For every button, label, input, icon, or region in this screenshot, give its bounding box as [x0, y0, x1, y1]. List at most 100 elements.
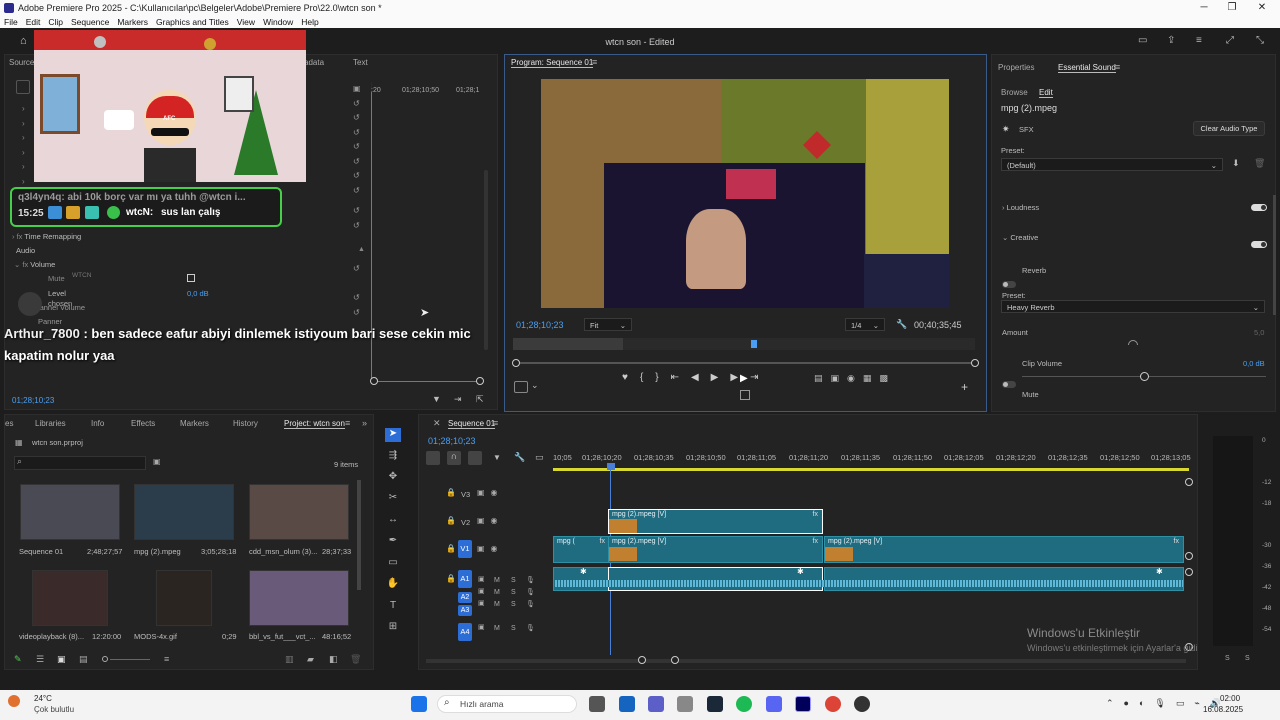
thumb-mods[interactable] — [156, 570, 212, 626]
mini-zoom-bar[interactable] — [374, 381, 480, 382]
track-height-handle[interactable] — [1185, 478, 1193, 486]
close-tab-icon[interactable]: ✕ — [433, 418, 441, 429]
weather-temp[interactable]: 24°C — [34, 694, 52, 703]
ripple-edit-tool-icon[interactable]: ✥ — [385, 471, 401, 485]
weather-icon[interactable] — [8, 695, 20, 707]
time-remap-row[interactable]: › fx Time Remapping — [12, 232, 81, 241]
slip-tool-icon[interactable]: ↔ — [385, 514, 401, 528]
program-zoom-bar[interactable] — [517, 362, 975, 364]
selection-tool-icon[interactable]: ➤ — [385, 428, 401, 442]
linked-selection-icon[interactable] — [468, 451, 482, 465]
timeline-scrollbar[interactable] — [426, 659, 1186, 663]
panel-menu-icon[interactable] — [16, 80, 30, 94]
teams-icon[interactable] — [648, 696, 664, 712]
clip-v1-a[interactable]: mpg (fx — [553, 536, 609, 563]
program-timecode[interactable]: 01;28;10;23 — [516, 320, 564, 330]
clock-date[interactable]: 16.08.2025 — [1203, 705, 1243, 714]
volume-row[interactable]: ⌄ fx Volume — [14, 260, 55, 269]
track-select-tool-icon[interactable]: ⇶ — [385, 450, 401, 464]
reset-icons-lower[interactable]: ↺ ↺ ↺ ↺ ↺ — [353, 204, 360, 320]
timeline-zoom-right[interactable] — [671, 656, 679, 664]
fullscreen-icon[interactable]: ⤢ — [1226, 35, 1234, 46]
zoom-handle-left[interactable] — [370, 377, 378, 385]
clip-v1-c[interactable]: mpg (2).mpeg [V] fx — [824, 536, 1184, 563]
track-a4-label[interactable]: A4 — [458, 623, 472, 641]
clip-v1-b[interactable]: mpg (2).mpeg [V] fx — [608, 536, 823, 563]
taskbar-search-input[interactable] — [437, 695, 577, 713]
audio-track-toggle-icons[interactable]: ▣ ▣ ▣ ▣ — [478, 574, 485, 634]
thumb-videoplayback[interactable] — [32, 570, 108, 626]
playhead-handle[interactable] — [607, 463, 615, 470]
track-a1-label[interactable]: A1 — [458, 570, 472, 588]
clip-a1-c[interactable] — [824, 567, 1184, 591]
track-a3-label[interactable]: A3 — [458, 605, 472, 616]
hand-tool-icon[interactable]: ✋ — [385, 578, 401, 592]
chrome-icon[interactable] — [825, 696, 841, 712]
preset-dropdown[interactable]: (Default) ⌄ — [1001, 158, 1223, 171]
panel-menu-icon[interactable]: ≡ — [592, 57, 597, 67]
tab-info[interactable]: Info — [91, 419, 104, 428]
project-search-input[interactable] — [14, 456, 146, 470]
menu-clip[interactable]: Clip — [48, 17, 63, 27]
track-height-handle[interactable] — [1185, 568, 1193, 576]
minimize-button[interactable]: ─ — [1190, 0, 1218, 15]
track-toggles[interactable]: ▣◉ — [477, 488, 504, 497]
play-icon[interactable]: ▶ — [740, 373, 748, 384]
subtab-browse[interactable]: Browse — [1001, 88, 1028, 97]
insert-sequence-icon[interactable] — [426, 451, 440, 465]
export-frame-icon[interactable]: ⇱ — [476, 394, 484, 405]
tab-program[interactable]: Program: Sequence 01 — [511, 58, 594, 68]
panel-menu-icon[interactable]: ≡ — [1115, 62, 1120, 72]
program-playhead[interactable] — [751, 340, 757, 348]
task-view-icon[interactable] — [589, 696, 605, 712]
captions-icon[interactable]: ▭ — [535, 452, 544, 463]
quick-export-icon[interactable]: ≡ — [1196, 35, 1202, 46]
clip-volume-handle[interactable] — [1140, 372, 1149, 381]
track-a2-label[interactable]: A2 — [458, 592, 472, 603]
discord-icon[interactable] — [766, 696, 782, 712]
mute-checkbox[interactable] — [187, 274, 195, 282]
tab-effects[interactable]: Effects — [131, 419, 155, 428]
panel-menu-icon[interactable]: ≡ — [493, 418, 498, 428]
tab-history[interactable]: History — [233, 419, 258, 428]
program-zoom-right[interactable] — [971, 359, 979, 367]
tab-source[interactable]: Source: — [9, 58, 37, 67]
filter-icon[interactable]: ▼ — [432, 394, 441, 404]
settings-icon[interactable] — [514, 381, 528, 393]
zoom-handle-right[interactable] — [476, 377, 484, 385]
fit-dropdown[interactable]: Fit ⌄ — [584, 318, 632, 331]
clip-a1-b[interactable] — [608, 567, 823, 591]
add-button-icon[interactable]: + — [961, 380, 968, 394]
clear-audio-type-button[interactable]: Clear Audio Type — [1193, 121, 1265, 136]
home-icon[interactable]: ⌂ — [20, 35, 27, 47]
caption-tool-icon[interactable]: ⊞ — [385, 621, 401, 635]
reverb-preset-dropdown[interactable]: Heavy Reverb ⌄ — [1001, 300, 1265, 313]
thumb-mpg[interactable] — [134, 484, 234, 540]
automate-icon[interactable]: ▥ — [285, 654, 294, 665]
list-view-icon[interactable]: ☰ — [36, 654, 44, 665]
lock-icon[interactable]: 🔒 — [446, 544, 456, 553]
program-video-frame[interactable] — [541, 79, 949, 308]
weather-desc[interactable]: Çok bulutlu — [34, 705, 74, 714]
new-bin-bottom-icon[interactable]: ▰ — [307, 654, 314, 665]
workspace-icon[interactable]: ▭ — [1138, 35, 1147, 46]
freeform-view-icon[interactable]: ▤ — [79, 654, 88, 665]
tab-essential-sound[interactable]: Essential Sound — [1058, 63, 1116, 73]
new-bin-icon[interactable]: ▣ — [153, 457, 161, 466]
reset-icons[interactable]: ▣ ↺ ↺ ↺ ↺ ↺ ↺ ↺ — [353, 82, 361, 198]
new-item-icon[interactable]: ◧ — [329, 654, 338, 665]
more-panels-icon[interactable]: » — [362, 418, 367, 428]
timeline-timecode[interactable]: 01;28;10;23 — [428, 436, 476, 446]
save-preset-icon[interactable]: ⬇ — [1232, 158, 1240, 169]
close-button[interactable]: ✕ — [1248, 0, 1276, 15]
thumb-sequence[interactable] — [20, 484, 120, 540]
clip-volume-value[interactable]: 0,0 dB — [1243, 359, 1265, 368]
timeline-settings-icon[interactable]: 🔧 — [514, 452, 525, 463]
creative-row[interactable]: ⌄ Creative — [1002, 233, 1038, 242]
tab-es[interactable]: es — [5, 419, 13, 428]
zoom-slider-handle[interactable] — [102, 656, 108, 662]
loudness-row[interactable]: › Loudness — [1002, 203, 1039, 212]
lock-icon[interactable]: 🔒 — [446, 574, 456, 583]
creative-toggle[interactable] — [1251, 241, 1267, 248]
tab-project[interactable]: Project: wtcn son — [284, 419, 345, 429]
